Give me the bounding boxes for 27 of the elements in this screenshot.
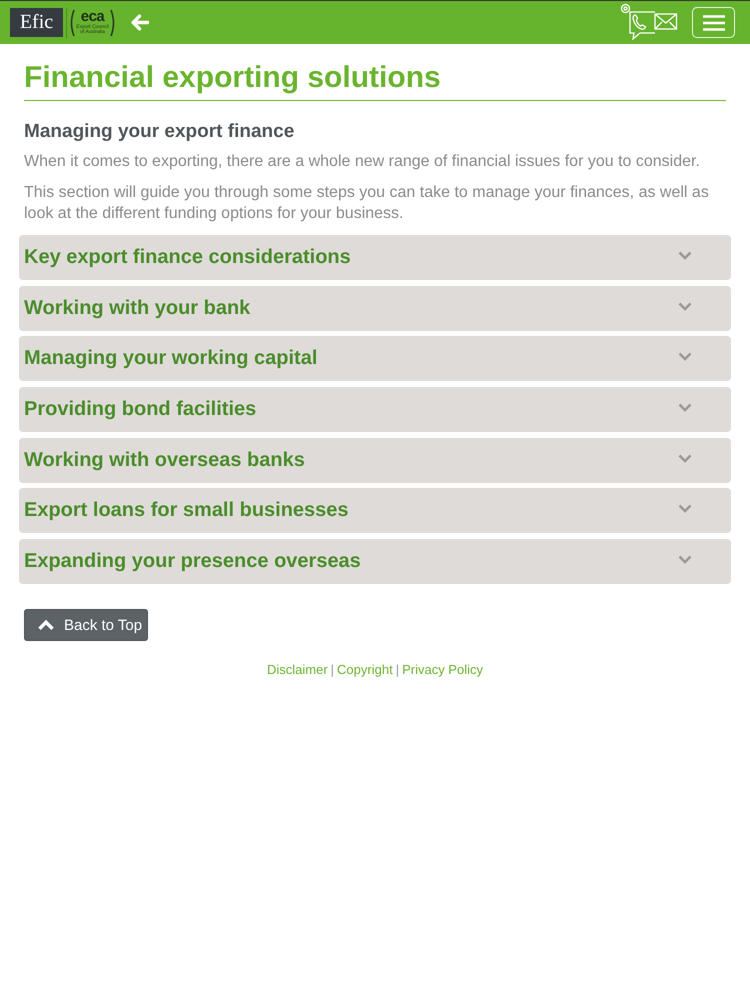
accordion-item[interactable]: Providing bond facilities	[19, 387, 731, 432]
page-title: Financial exporting solutions	[24, 61, 442, 95]
footer-link[interactable]: Disclaimer	[266, 662, 328, 678]
accordion-item[interactable]: Expanding your presence overseas	[19, 539, 731, 584]
footer-link[interactable]: Copyright	[337, 662, 393, 678]
back-arrow-icon	[130, 14, 149, 31]
accordion-item[interactable]: Working with overseas banks	[19, 438, 731, 483]
intro-text: This section will guide you through some steps you can take to manage your finances, as well as look at the different funding options for your business.	[24, 183, 710, 224]
back-to-top-button[interactable]: Back to Top	[24, 609, 148, 642]
link-separator: |	[396, 662, 400, 678]
footer-link[interactable]: Privacy Policy	[402, 662, 483, 678]
chevron-up-icon	[37, 619, 55, 632]
section-heading: Managing your export finance	[24, 120, 296, 143]
link-separator: |	[330, 662, 334, 678]
menu-button[interactable]	[692, 7, 735, 38]
phone-mail-bubble-icon[interactable]	[620, 3, 678, 40]
accordion-item[interactable]: Export loans for small businesses	[19, 488, 731, 534]
accordion-item[interactable]: Key export finance considerations	[19, 235, 731, 280]
back-button[interactable]	[130, 14, 149, 31]
intro-text: When it comes to exporting, there are a whole new range of financial issues for you to consider.	[24, 152, 701, 172]
accordion-item[interactable]: Working with your bank	[19, 286, 731, 331]
accordion-item[interactable]: Managing your working capital	[19, 336, 731, 382]
arc-icon	[110, 8, 116, 36]
site-logo[interactable]: Efic	[10, 8, 63, 37]
partner-logo-text: eca	[80, 10, 104, 24]
menu-icon	[702, 14, 724, 30]
arc-icon	[69, 8, 75, 36]
